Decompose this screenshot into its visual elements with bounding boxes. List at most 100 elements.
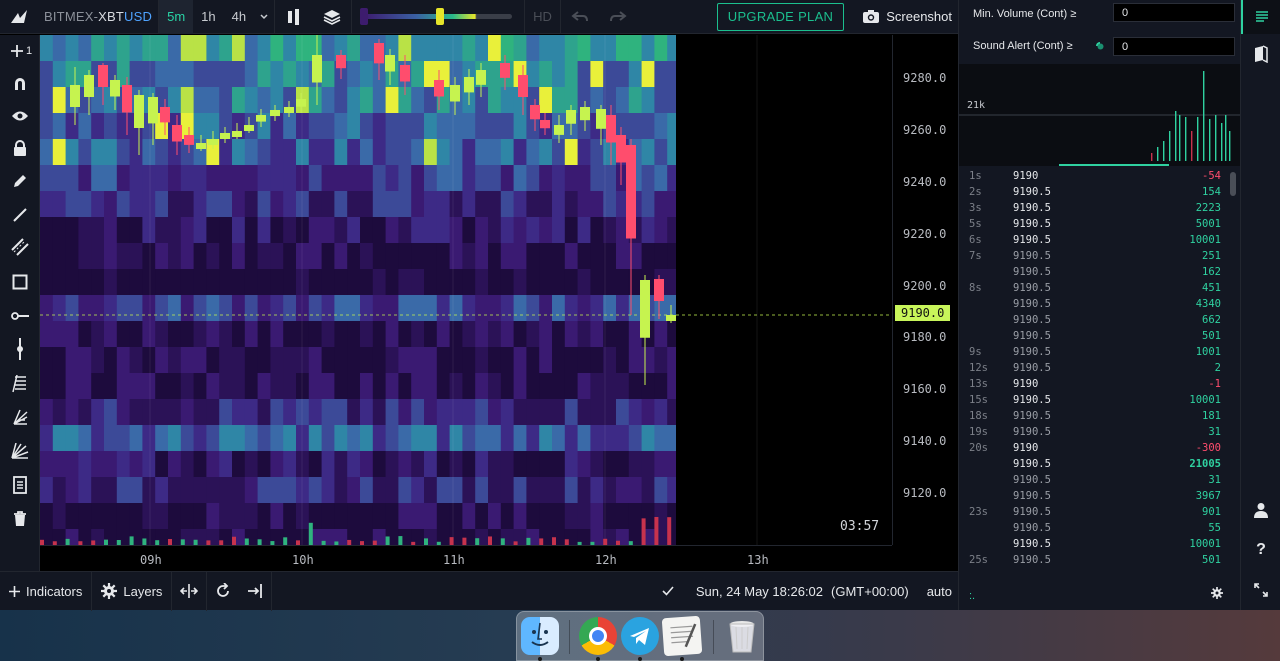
vertical-line-icon[interactable] xyxy=(0,335,40,363)
notes-icon[interactable] xyxy=(0,471,40,499)
reset-chart-icon[interactable] xyxy=(207,572,239,611)
heatmap-cell xyxy=(372,503,387,529)
heatmap-cell xyxy=(232,347,246,373)
heatmap-cell xyxy=(91,269,105,295)
timeframe-1h-button[interactable]: 1h xyxy=(193,0,223,34)
sound-alert-input[interactable] xyxy=(1113,37,1235,56)
heatmap-cell xyxy=(654,113,668,139)
upgrade-plan-button[interactable]: UPGRADE PLAN xyxy=(716,2,845,31)
sound-alert-icon[interactable] xyxy=(1095,41,1105,51)
heatmap-cell xyxy=(539,217,553,243)
layers-stack-icon[interactable] xyxy=(313,0,351,34)
heatmap-cell xyxy=(347,243,361,269)
heatmap-cell xyxy=(641,139,655,165)
heatmap-cell xyxy=(283,269,297,295)
scale-mode-auto[interactable]: auto xyxy=(927,584,952,599)
heatmap-canvas[interactable] xyxy=(40,35,892,545)
rectangle-icon[interactable] xyxy=(0,268,40,296)
finder-icon[interactable] xyxy=(521,617,559,655)
undo-icon[interactable] xyxy=(561,0,599,34)
heatmap-low-handle[interactable] xyxy=(360,7,369,25)
heatmap-cell xyxy=(270,139,284,165)
redo-icon[interactable] xyxy=(599,0,637,34)
hd-toggle-button[interactable]: HD xyxy=(525,0,560,34)
symbol-selector[interactable]: BITMEX - XBT USD xyxy=(40,0,158,34)
horizontal-ray-icon[interactable] xyxy=(0,302,40,330)
heatmap-cell xyxy=(206,295,220,321)
trash-icon[interactable] xyxy=(0,505,40,533)
heatmap-cell xyxy=(219,347,233,373)
heatmap-cell xyxy=(193,321,207,347)
candle-body xyxy=(98,65,108,87)
heatmap-cell xyxy=(564,295,579,321)
price-axis[interactable]: 9280.0 9260.0 9240.0 9220.0 9200.0 9180.0 9160… xyxy=(892,35,958,545)
heatmap-cell xyxy=(577,295,591,321)
scroll-to-latest-icon[interactable] xyxy=(239,571,273,611)
fullscreen-icon[interactable] xyxy=(1241,574,1280,606)
parallel-channel-icon[interactable] xyxy=(0,233,40,261)
heatmap-cell xyxy=(219,295,233,321)
candle-body xyxy=(256,115,266,122)
help-icon[interactable]: ? xyxy=(1241,534,1280,566)
user-icon[interactable] xyxy=(1241,494,1280,526)
magnet-icon[interactable] xyxy=(0,70,40,98)
timeframe-5m-button[interactable]: 5m xyxy=(159,0,194,34)
fib-retracement-icon[interactable] xyxy=(0,370,40,398)
heatmap-cell xyxy=(539,139,553,165)
telegram-icon[interactable] xyxy=(621,617,659,655)
order-book-icon[interactable] xyxy=(1241,0,1280,34)
gann-fan-icon[interactable] xyxy=(0,437,40,465)
heatmap-chart[interactable]: 03:57 xyxy=(40,35,892,545)
tape-scrollbar[interactable] xyxy=(1230,172,1236,196)
heatmap-cell xyxy=(270,451,284,477)
trade-tape[interactable]: 1s 9190 -54 2s 9190.5 154 3s 9190.5 2223 5s 9190.5… xyxy=(959,168,1241,572)
heatmap-cell xyxy=(488,425,502,451)
heatmap-cell xyxy=(283,295,297,321)
fit-width-icon[interactable] xyxy=(172,571,208,611)
eye-icon[interactable] xyxy=(0,102,40,130)
chrome-icon[interactable] xyxy=(579,617,617,655)
chart-datetime[interactable]: Sun, 24 May 18:26:02 xyxy=(696,584,823,599)
heatmap-cell xyxy=(40,477,54,503)
heatmap-cell xyxy=(129,399,143,425)
heatmap-cell xyxy=(488,477,502,503)
chart-timezone[interactable]: (GMT+00:00) xyxy=(831,584,909,599)
timeframe-dropdown-chevron-icon[interactable] xyxy=(254,0,274,34)
heatmap-cell xyxy=(526,139,540,165)
book-icon[interactable] xyxy=(1241,38,1280,70)
heatmap-cell xyxy=(424,217,438,243)
screenshot-button[interactable]: Screenshot xyxy=(854,0,958,34)
heatmap-cell xyxy=(52,477,67,503)
heatmap-high-handle[interactable] xyxy=(435,7,444,25)
indicators-button[interactable]: Indicators xyxy=(0,571,93,611)
heatmap-cell xyxy=(411,217,425,243)
candle-body xyxy=(464,77,474,93)
fib-fan-icon[interactable] xyxy=(0,403,40,431)
heatmap-cell xyxy=(334,191,348,217)
heatmap-cell xyxy=(654,35,668,61)
tape-price: 9190.5 xyxy=(1013,410,1051,422)
pencil-icon[interactable] xyxy=(0,167,40,195)
textedit-icon[interactable] xyxy=(661,615,703,657)
chrome-running-indicator xyxy=(596,657,600,661)
time-axis[interactable]: 09h 10h 11h 12h 13h xyxy=(40,545,892,571)
heatmap-cell xyxy=(475,399,489,425)
heatmap-range-slider[interactable] xyxy=(358,0,518,34)
layers-button[interactable]: Layers xyxy=(92,571,173,611)
tape-price: 9190.5 xyxy=(1013,282,1051,294)
trash-bin-icon[interactable] xyxy=(723,617,761,655)
app-logo-icon[interactable] xyxy=(0,0,40,34)
lock-icon[interactable] xyxy=(0,134,40,162)
heatmap-cell xyxy=(641,87,655,113)
crosshair-plus-icon[interactable]: 1 xyxy=(0,37,56,65)
panel-settings-gear-icon[interactable] xyxy=(1211,587,1223,599)
heatmap-cell xyxy=(257,451,271,477)
min-volume-input[interactable] xyxy=(1113,3,1235,22)
trend-line-icon[interactable] xyxy=(0,201,40,229)
chart-type-bars-icon[interactable] xyxy=(275,0,313,34)
heatmap-cell xyxy=(219,451,233,477)
heatmap-cell xyxy=(385,425,399,451)
checkmark-icon[interactable] xyxy=(662,586,674,596)
timeframe-4h-button[interactable]: 4h xyxy=(224,0,254,34)
heatmap-cell xyxy=(78,451,92,477)
